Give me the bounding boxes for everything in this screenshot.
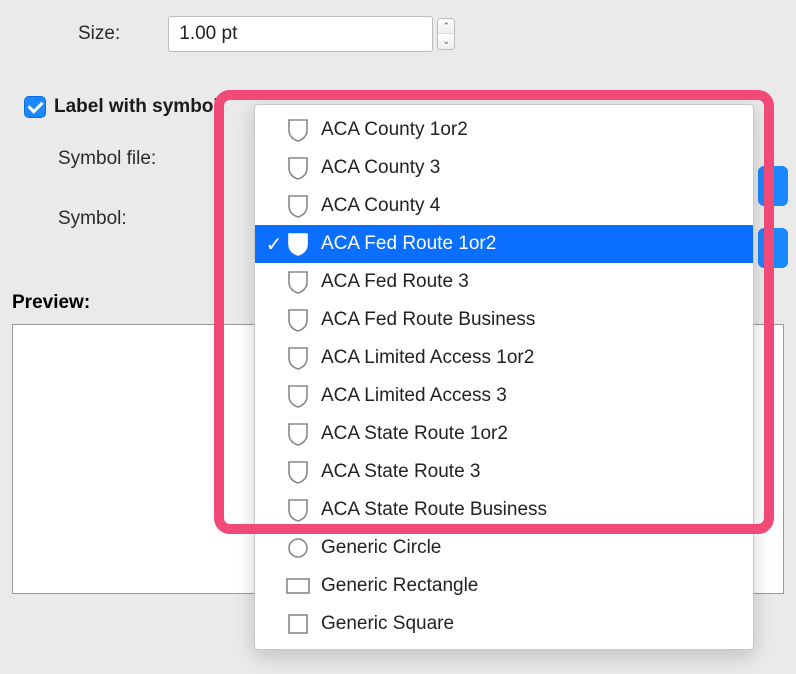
shield-outline-icon (285, 383, 311, 409)
size-input-wrap: ⌃ ⌄ (168, 16, 455, 52)
shield-outline-icon (285, 155, 311, 181)
shield-filled-icon (285, 231, 311, 257)
check-icon: ✓ (263, 232, 285, 257)
symbol-option-label: ACA County 1or2 (321, 119, 743, 141)
stepper-down[interactable]: ⌄ (438, 34, 454, 49)
size-input[interactable] (168, 16, 433, 52)
symbol-option[interactable]: ✓ACA Fed Route Business (255, 301, 753, 339)
symbol-option-label: ACA County 3 (321, 157, 743, 179)
shield-outline-icon (285, 117, 311, 143)
symbol-option[interactable]: ✓ACA State Route Business (255, 491, 753, 529)
size-label: Size: (78, 23, 120, 45)
symbol-option[interactable]: ✓Generic Square (255, 605, 753, 643)
symbol-option[interactable]: ✓Generic Circle (255, 529, 753, 567)
symbol-option-label: ACA Limited Access 1or2 (321, 347, 743, 369)
symbol-dropdown-button[interactable] (758, 228, 788, 268)
shield-outline-icon (285, 497, 311, 523)
symbol-option[interactable]: ✓ACA County 3 (255, 149, 753, 187)
symbol-label: Symbol: (58, 208, 127, 230)
symbol-option-label: ACA Fed Route 1or2 (321, 233, 743, 255)
symbol-option[interactable]: ✓ACA County 4 (255, 187, 753, 225)
symbol-option-label: ACA State Route Business (321, 499, 743, 521)
circle-icon (285, 535, 311, 561)
symbol-option-label: ACA Limited Access 3 (321, 385, 743, 407)
label-with-symbol-checkbox[interactable] (24, 96, 46, 118)
square-icon (285, 611, 311, 637)
symbol-option[interactable]: ✓ACA Limited Access 1or2 (255, 339, 753, 377)
symbol-dropdown[interactable]: ✓ACA County 1or2✓ACA County 3✓ACA County… (254, 104, 754, 650)
symbol-file-label: Symbol file: (58, 148, 156, 170)
symbol-option-label: ACA County 4 (321, 195, 743, 217)
symbol-option[interactable]: ✓Generic Rectangle (255, 567, 753, 605)
symbol-option-label: ACA Fed Route 3 (321, 271, 743, 293)
stepper-up[interactable]: ⌃ (438, 19, 454, 34)
symbol-option-label: Generic Square (321, 613, 743, 635)
symbol-option-label: ACA State Route 1or2 (321, 423, 743, 445)
shield-outline-icon (285, 307, 311, 333)
size-stepper: ⌃ ⌄ (437, 18, 455, 50)
symbol-option[interactable]: ✓ACA State Route 1or2 (255, 415, 753, 453)
label-with-symbol-text: Label with symbol (54, 96, 219, 118)
symbol-option-label: ACA State Route 3 (321, 461, 743, 483)
shield-outline-icon (285, 345, 311, 371)
shield-outline-icon (285, 459, 311, 485)
size-row: Size: ⌃ ⌄ (78, 8, 796, 60)
symbol-option[interactable]: ✓ACA Limited Access 3 (255, 377, 753, 415)
shield-outline-icon (285, 193, 311, 219)
symbol-option[interactable]: ✓ ACA Fed Route 1or2 (255, 225, 753, 263)
rectangle-icon (285, 573, 311, 599)
symbol-option[interactable]: ✓ACA Fed Route 3 (255, 263, 753, 301)
symbol-option[interactable]: ✓ACA County 1or2 (255, 111, 753, 149)
shield-outline-icon (285, 421, 311, 447)
symbol-option-label: Generic Circle (321, 537, 743, 559)
symbol-file-dropdown-button[interactable] (758, 166, 788, 206)
symbol-option-label: Generic Rectangle (321, 575, 743, 597)
shield-outline-icon (285, 269, 311, 295)
symbol-option-label: ACA Fed Route Business (321, 309, 743, 331)
symbol-option[interactable]: ✓ACA State Route 3 (255, 453, 753, 491)
